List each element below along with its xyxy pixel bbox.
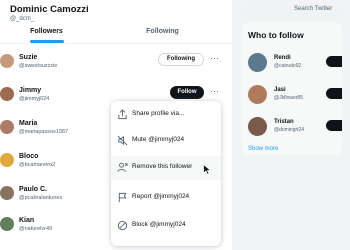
- following-button[interactable]: Following: [158, 53, 204, 66]
- follower-handle: @jimmyj024: [19, 96, 50, 102]
- suggestion-handle: @Jkflower85: [274, 95, 303, 101]
- menu-item-label: Share profile via...: [132, 110, 185, 117]
- who-to-follow-title: Who to follow: [248, 30, 304, 40]
- flag-icon: [118, 192, 127, 203]
- mute-icon: [117, 135, 128, 146]
- follower-row[interactable]: Suzie @sweetsuzzzie Following ···: [0, 51, 232, 84]
- follower-name: Bloco: [19, 153, 39, 160]
- avatar[interactable]: [0, 87, 14, 101]
- follower-name: Paulo C.: [19, 186, 48, 193]
- menu-item-mute[interactable]: Mute @jimmyj024: [111, 129, 221, 153]
- menu-item-remove-follower[interactable]: Remove this follower: [111, 156, 221, 180]
- show-more-link[interactable]: Show more: [248, 146, 278, 152]
- avatar[interactable]: [0, 54, 14, 68]
- follower-name: Jimmy: [19, 87, 42, 94]
- menu-item-label: Mute @jimmyj024: [132, 136, 185, 143]
- avatar[interactable]: [0, 186, 14, 200]
- menu-item-block[interactable]: Block @jimmyj024: [111, 214, 221, 238]
- follow-button[interactable]: [326, 120, 342, 131]
- suggestion-handle: @domingrt24: [274, 127, 305, 133]
- menu-item-label: Report @jimmyj024: [132, 193, 190, 200]
- suggestion-handle: @catrude92: [274, 63, 302, 69]
- suggestion-row[interactable]: Rendi @catrude92: [242, 53, 342, 83]
- more-options-icon[interactable]: ···: [210, 54, 219, 63]
- remove-follower-icon: [117, 162, 128, 172]
- tab-bar: Followers Following: [0, 20, 232, 44]
- suggestion-row[interactable]: Jasi @Jkflower85: [242, 85, 342, 115]
- mouse-cursor-icon: [203, 164, 212, 175]
- avatar[interactable]: [0, 217, 14, 231]
- follower-handle: @sweetsuzzzie: [19, 63, 58, 69]
- profile-name: Dominic Camozzi: [10, 4, 89, 15]
- follow-button[interactable]: [326, 88, 342, 99]
- active-tab-indicator: [30, 40, 64, 43]
- suggestion-row[interactable]: Tristan @domingrt24: [242, 117, 342, 147]
- block-icon: [117, 220, 128, 231]
- avatar[interactable]: [0, 153, 14, 167]
- follower-handle: @bcamareiro2: [19, 162, 56, 168]
- menu-item-label: Remove this follower: [132, 163, 193, 170]
- suggestion-name: Jasi: [274, 87, 286, 93]
- follower-name: Kian: [19, 217, 35, 224]
- follow-button[interactable]: [326, 56, 342, 67]
- follower-name: Suzie: [19, 54, 38, 61]
- follower-options-menu: Share profile via... Mute @jimmyj024 Rem…: [111, 101, 221, 246]
- follow-button[interactable]: Follow: [170, 86, 204, 99]
- avatar[interactable]: [248, 117, 267, 136]
- search-placeholder: Search Twitter: [294, 6, 333, 12]
- search-input[interactable]: Search Twitter: [242, 2, 342, 18]
- menu-item-report[interactable]: Report @jimmyj024: [111, 186, 221, 210]
- suggestion-name: Tristan: [274, 119, 294, 125]
- avatar[interactable]: [248, 53, 267, 72]
- follower-handle: @naturelvr49: [19, 226, 53, 232]
- suggestion-name: Rendi: [274, 55, 291, 61]
- follower-name: Maria: [19, 120, 38, 127]
- share-icon: [118, 109, 127, 120]
- avatar[interactable]: [0, 120, 14, 134]
- menu-item-share-profile[interactable]: Share profile via...: [111, 103, 221, 127]
- follower-handle: @mariapassos1987: [19, 129, 68, 135]
- more-options-icon[interactable]: ···: [210, 87, 219, 96]
- who-to-follow-panel: Who to follow Rendi @catrude92 Jasi @Jkf…: [242, 22, 342, 155]
- tab-following[interactable]: Following: [93, 20, 232, 44]
- menu-item-label: Block @jimmyj024: [132, 221, 186, 228]
- avatar[interactable]: [248, 85, 267, 104]
- follower-handle: @pcabralantunes: [19, 195, 63, 201]
